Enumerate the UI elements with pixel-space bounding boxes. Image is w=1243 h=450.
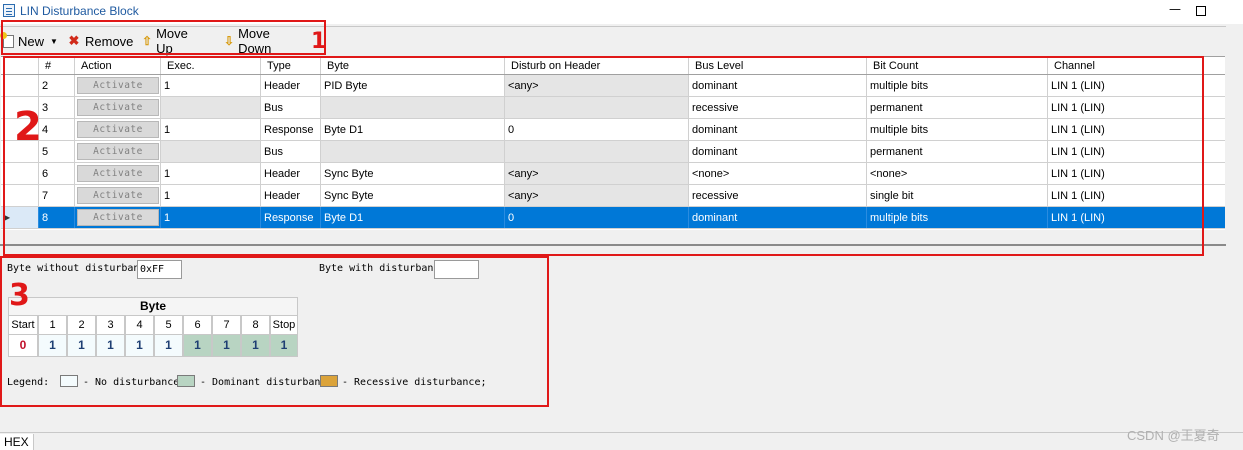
hex-tab[interactable]: HEX — [0, 434, 34, 450]
window-title: LIN Disturbance Block — [20, 4, 139, 18]
annotation-number-2: 2 — [14, 104, 42, 150]
annotation-box-table — [3, 56, 1204, 256]
annotation-number-1: 1 — [311, 29, 327, 54]
maximize-icon[interactable] — [1196, 6, 1206, 16]
annotation-box-byte-panel — [0, 256, 549, 407]
vertical-scrollbar[interactable] — [1226, 27, 1243, 427]
watermark-text: CSDN @王夏奇 — [1127, 428, 1220, 443]
window-app-icon — [3, 4, 15, 17]
annotation-box-toolbar — [1, 20, 326, 55]
annotation-number-3: 3 — [9, 278, 30, 313]
status-bar: HEX — [0, 432, 1243, 450]
minimize-icon[interactable]: — — [1169, 2, 1181, 18]
